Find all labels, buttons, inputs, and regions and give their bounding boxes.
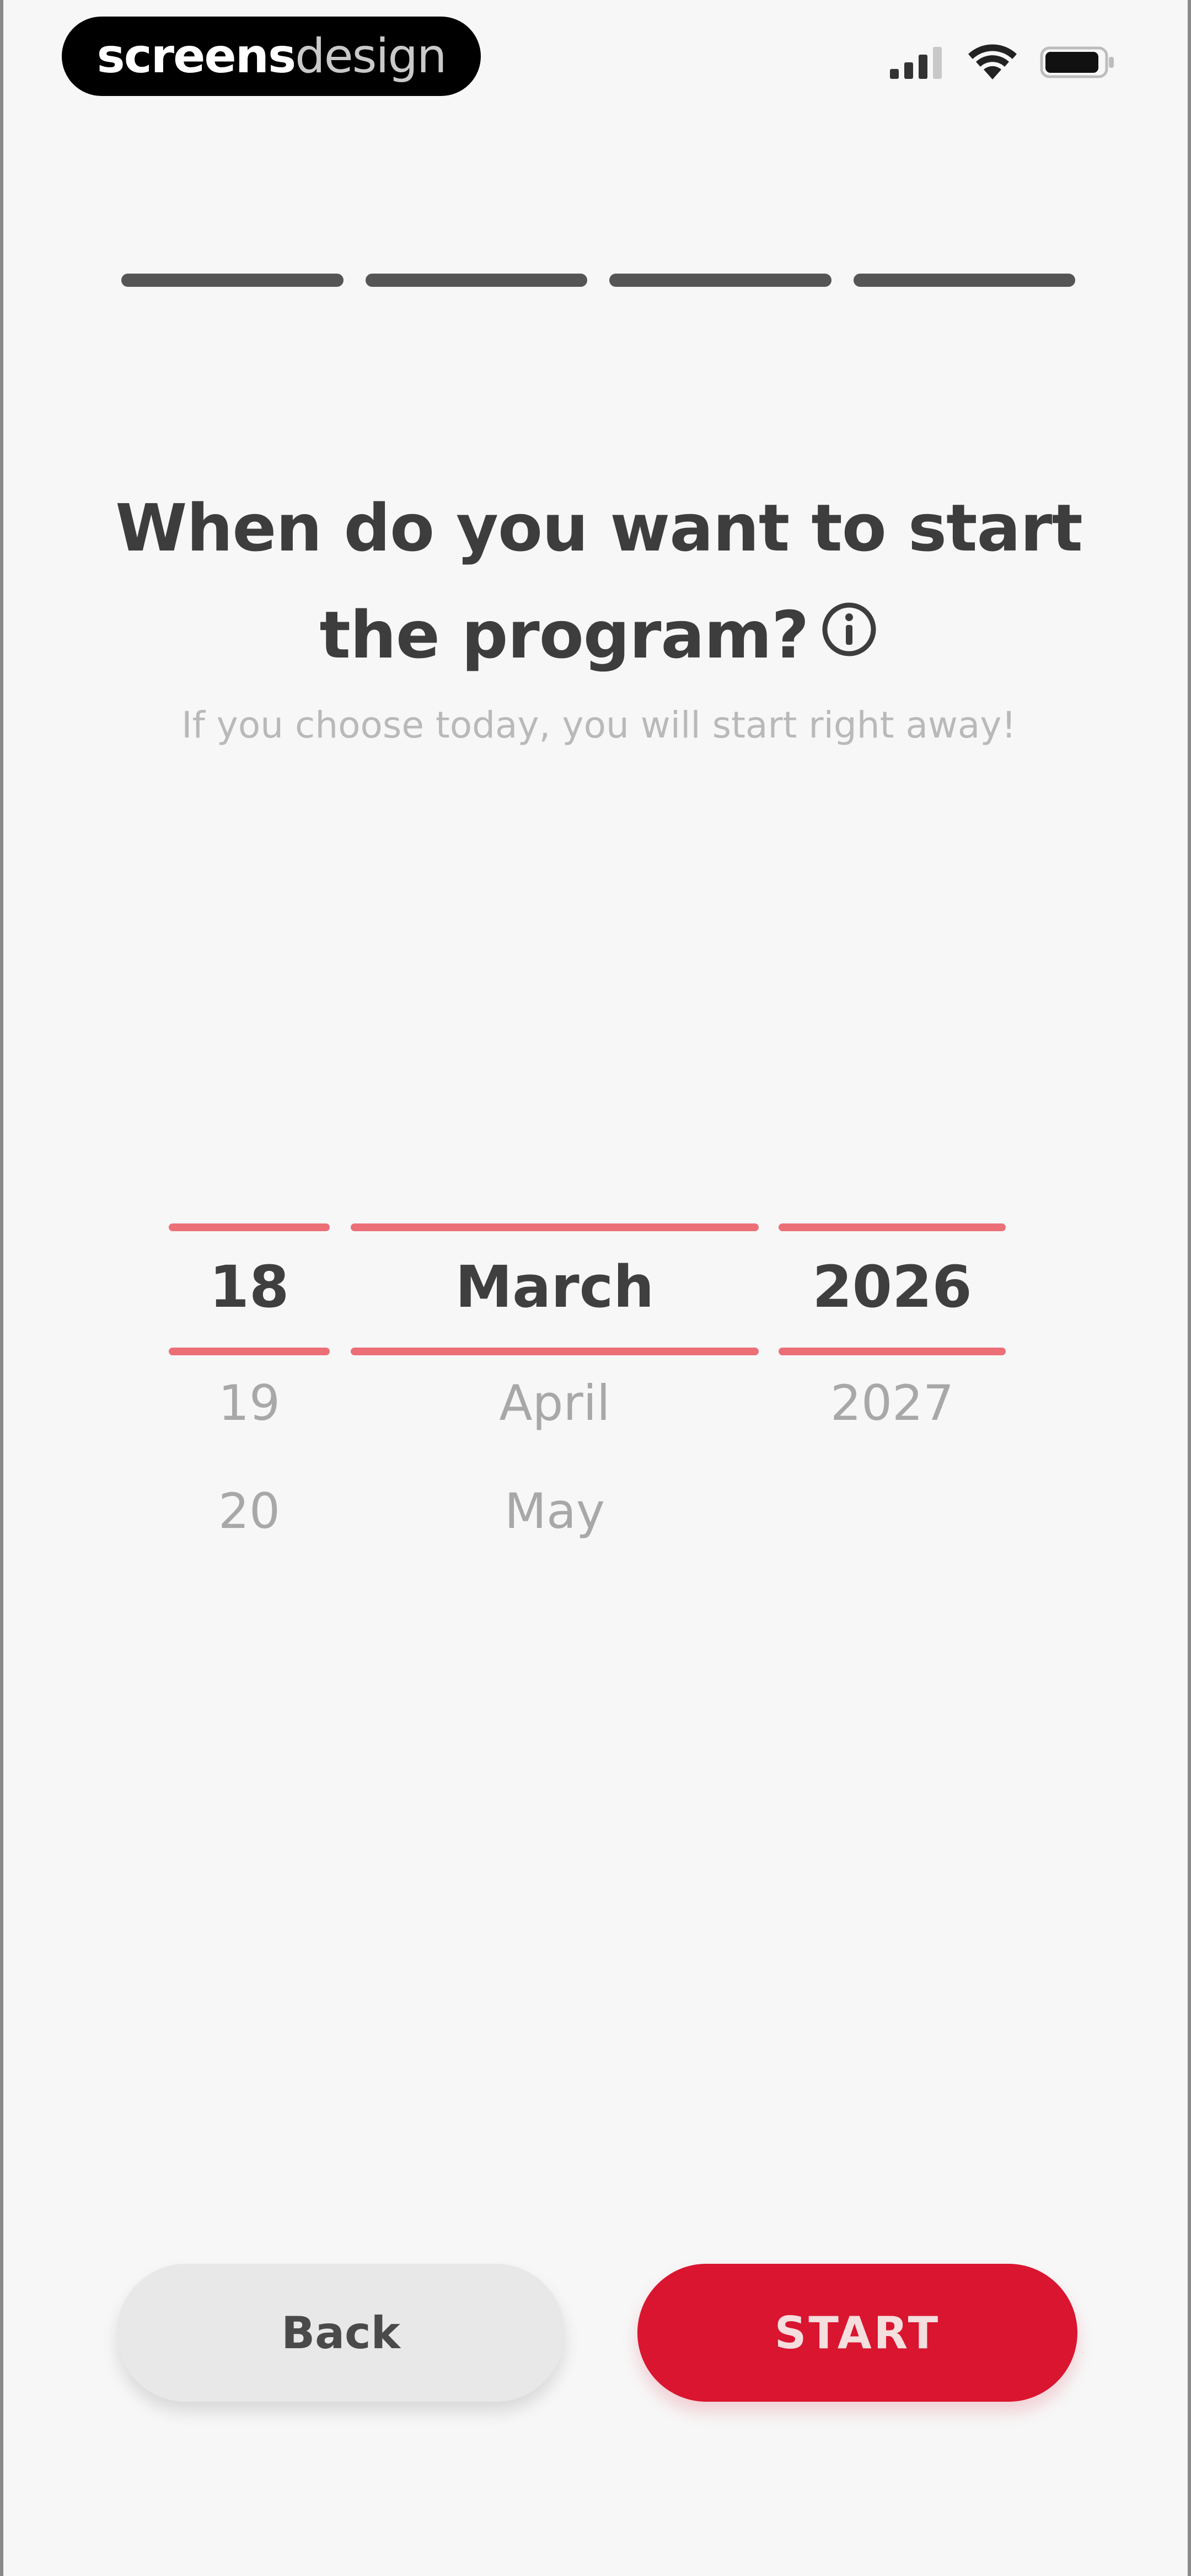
year-selection-line-bottom — [779, 1348, 1006, 1355]
progress-segment — [609, 274, 831, 287]
year-selected-value[interactable]: 2026 — [779, 1253, 1006, 1321]
day-option[interactable]: 19 — [169, 1375, 330, 1431]
day-selected-value[interactable]: 18 — [169, 1253, 330, 1321]
day-picker-wheel[interactable]: 18 19 20 — [169, 1219, 330, 1561]
question-title-text: When do you want to start the program? — [115, 490, 1083, 673]
onboarding-screen: screensdesign When do you want to start … — [0, 0, 1191, 2576]
day-selection-line-bottom — [169, 1348, 330, 1355]
day-option[interactable]: 20 — [169, 1483, 330, 1540]
battery-icon — [1040, 45, 1116, 80]
question-subtitle: If you choose today, you will start righ… — [181, 704, 1016, 746]
year-option[interactable]: 2027 — [779, 1375, 1006, 1431]
logo-light-text: design — [295, 29, 447, 84]
status-icons — [890, 43, 1116, 82]
question-title: When do you want to start the program? — [58, 474, 1139, 693]
step-progress-bar — [121, 274, 1075, 287]
year-picker-wheel[interactable]: 2026 2027 — [779, 1219, 1006, 1561]
day-selection-line-top — [169, 1223, 330, 1231]
month-option[interactable]: May — [351, 1483, 759, 1540]
month-picker-wheel[interactable]: March April May — [351, 1219, 759, 1561]
year-selection-line-top — [779, 1223, 1006, 1231]
progress-segment — [853, 274, 1075, 287]
progress-segment — [121, 274, 344, 287]
cellular-signal-icon — [890, 46, 945, 79]
info-icon[interactable] — [820, 582, 878, 689]
start-button[interactable]: START — [637, 2264, 1077, 2402]
logo-bold-text: screens — [96, 29, 297, 84]
progress-segment — [365, 274, 587, 287]
screensdesign-logo: screensdesign — [62, 17, 481, 96]
back-button[interactable]: Back — [117, 2264, 565, 2402]
month-selection-line-bottom — [351, 1348, 759, 1355]
month-option[interactable]: April — [351, 1375, 759, 1431]
wifi-icon — [967, 43, 1018, 82]
month-selected-value[interactable]: March — [351, 1253, 759, 1321]
month-selection-line-top — [351, 1223, 759, 1231]
